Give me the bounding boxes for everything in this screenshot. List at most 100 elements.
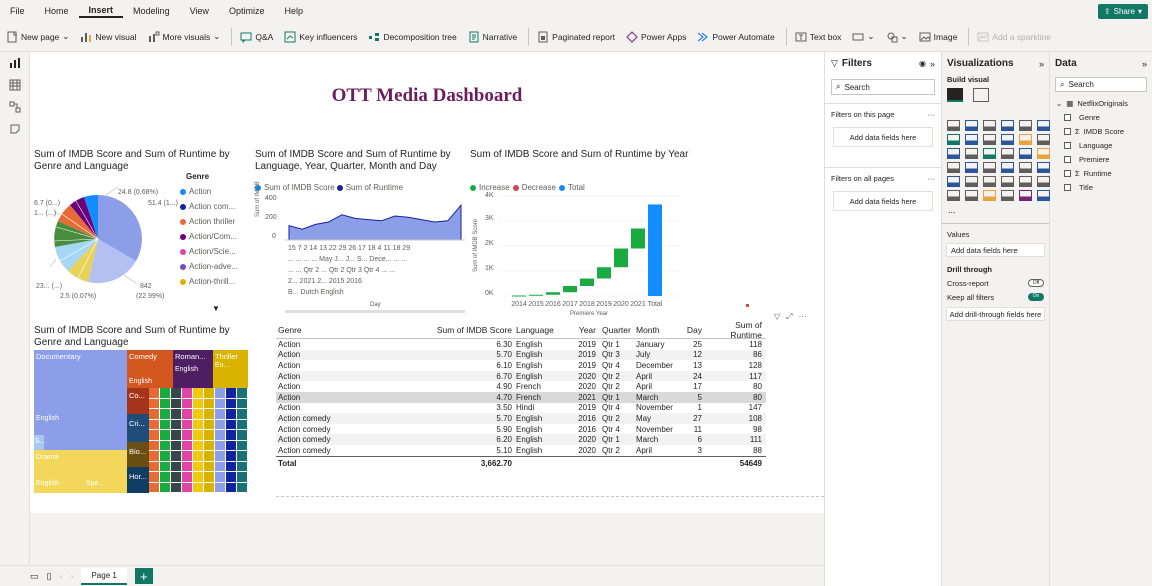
field-item[interactable]: Σ Runtime xyxy=(1064,166,1152,180)
visual-type-icon[interactable] xyxy=(1001,120,1014,131)
treemap-tile[interactable] xyxy=(215,419,225,429)
menu-optimize[interactable]: Optimize xyxy=(219,6,275,16)
visual-type-icon[interactable] xyxy=(1037,120,1050,131)
field-item[interactable]: Premiere xyxy=(1064,152,1152,166)
treemap-tile[interactable] xyxy=(160,482,170,492)
treemap-tile[interactable] xyxy=(193,472,203,482)
treemap-tile[interactable] xyxy=(226,472,236,482)
table-row[interactable]: Action comedy 6.20 English 2020 Qtr 1 March 6 1… xyxy=(276,434,766,445)
treemap-tile[interactable] xyxy=(226,388,236,398)
visual-type-icon[interactable] xyxy=(965,176,978,187)
field-item[interactable]: Language xyxy=(1064,138,1152,152)
visual-type-icon[interactable] xyxy=(1037,162,1050,173)
format-visual-icon[interactable] xyxy=(973,88,989,102)
pie-chart[interactable] xyxy=(40,177,190,307)
text-box-button[interactable]: Text box xyxy=(795,31,841,43)
column-header[interactable]: Day xyxy=(678,325,702,335)
treemap-tile[interactable] xyxy=(171,451,181,461)
previous-page-icon[interactable]: ‹ xyxy=(59,571,62,581)
treemap-tile[interactable] xyxy=(193,440,203,450)
menu-file[interactable]: File xyxy=(0,6,35,16)
visual-type-icon[interactable] xyxy=(1019,176,1032,187)
treemap-tile[interactable] xyxy=(204,472,214,482)
buttons-dropdown[interactable]: ⌄ xyxy=(852,31,875,43)
visual-type-icon[interactable] xyxy=(983,190,996,201)
mobile-layout-icon[interactable]: ▯ xyxy=(47,571,52,582)
treemap-tile[interactable] xyxy=(237,430,247,440)
visual-type-icon[interactable] xyxy=(947,148,960,159)
treemap-tile[interactable] xyxy=(204,461,214,471)
visual-type-icon[interactable] xyxy=(1037,148,1050,159)
treemap-tile[interactable] xyxy=(215,398,225,408)
treemap-tile[interactable] xyxy=(160,409,170,419)
drill-through-well[interactable]: Add drill-through fields here xyxy=(946,307,1045,321)
treemap-tile[interactable] xyxy=(226,398,236,408)
model-view-icon[interactable] xyxy=(0,96,30,118)
visual-type-icon[interactable] xyxy=(947,134,960,145)
treemap-tile[interactable] xyxy=(226,409,236,419)
visual-type-icon[interactable] xyxy=(983,134,996,145)
treemap-tile[interactable] xyxy=(226,482,236,492)
table-row[interactable]: Action 3.50 Hindi 2019 Qtr 4 November 1 147 xyxy=(276,403,766,414)
add-sparkline-button[interactable]: Add a sparkline xyxy=(977,31,1051,43)
treemap-tile[interactable] xyxy=(149,482,159,492)
filters-search-input[interactable]: ⌕ Search xyxy=(831,79,935,95)
treemap-tile[interactable] xyxy=(149,398,159,408)
collapse-icon[interactable]: » xyxy=(1039,59,1044,69)
treemap-tile[interactable] xyxy=(215,472,225,482)
visual-type-icon[interactable] xyxy=(1001,148,1014,159)
treemap-tile[interactable] xyxy=(149,472,159,482)
visual-type-icon[interactable] xyxy=(947,176,960,187)
treemap-tile[interactable] xyxy=(193,398,203,408)
treemap-tile[interactable] xyxy=(171,419,181,429)
column-header[interactable]: Year xyxy=(562,325,596,335)
paginated-report-button[interactable]: Paginated report xyxy=(537,31,615,43)
treemap-tile[interactable] xyxy=(215,388,225,398)
visual-type-icon[interactable] xyxy=(1019,120,1032,131)
treemap-tile[interactable] xyxy=(215,482,225,492)
treemap-tile[interactable] xyxy=(215,409,225,419)
treemap-tile[interactable] xyxy=(226,451,236,461)
field-checkbox[interactable] xyxy=(1064,155,1071,163)
key-influencers-button[interactable]: Key influencers xyxy=(284,31,357,43)
filter-icon[interactable]: ▽ xyxy=(774,312,780,322)
decomposition-tree-button[interactable]: Decomposition tree xyxy=(368,31,457,43)
treemap-tile[interactable] xyxy=(215,440,225,450)
cross-report-toggle[interactable]: Off xyxy=(1028,279,1044,287)
treemap-tile[interactable] xyxy=(182,419,192,429)
visual-type-icon[interactable] xyxy=(983,120,996,131)
treemap-tile[interactable] xyxy=(237,482,247,492)
treemap-tile[interactable] xyxy=(171,409,181,419)
narrative-button[interactable]: Narrative xyxy=(468,31,517,43)
horizontal-scrollbar[interactable] xyxy=(285,310,465,313)
column-header[interactable]: Sum of IMDB Score xyxy=(426,325,512,335)
more-visuals-icon[interactable]: ... xyxy=(942,205,1049,215)
treemap-tile[interactable] xyxy=(160,472,170,482)
qa-button[interactable]: Q&A xyxy=(240,31,273,43)
add-page-button[interactable]: + xyxy=(134,568,153,584)
treemap-tile[interactable] xyxy=(149,461,159,471)
treemap-tile[interactable] xyxy=(171,461,181,471)
visual-type-icon[interactable] xyxy=(1037,176,1050,187)
treemap-tile[interactable] xyxy=(204,398,214,408)
treemap-tile[interactable] xyxy=(149,419,159,429)
table-row[interactable]: Action 6.70 English 2020 Qtr 2 April 24 117 xyxy=(276,370,766,382)
treemap-tile[interactable] xyxy=(237,461,247,471)
visual-type-icon[interactable] xyxy=(1001,190,1014,201)
visual-type-icon[interactable] xyxy=(1001,176,1014,187)
treemap-tile[interactable] xyxy=(160,451,170,461)
table-row[interactable]: Action 6.30 English 2019 Qtr 1 January 25 118 xyxy=(276,339,766,350)
legend-item[interactable]: Action/Com... xyxy=(180,229,250,244)
treemap-tile[interactable] xyxy=(171,398,181,408)
treemap-tile[interactable] xyxy=(193,451,203,461)
shapes-dropdown[interactable]: ⌄ xyxy=(886,31,908,43)
treemap-tile[interactable] xyxy=(160,419,170,429)
treemap-tile[interactable] xyxy=(182,388,192,398)
menu-modeling[interactable]: Modeling xyxy=(123,6,180,16)
collapse-icon[interactable]: » xyxy=(1142,59,1147,69)
legend-scroll-down-icon[interactable]: ▼ xyxy=(212,304,220,313)
table-row[interactable]: Action comedy 5.70 English 2016 Qtr 2 May 27 10… xyxy=(276,413,766,424)
treemap-tile[interactable] xyxy=(171,440,181,450)
visual-type-icon[interactable] xyxy=(965,120,978,131)
column-header[interactable]: Month xyxy=(632,325,678,335)
